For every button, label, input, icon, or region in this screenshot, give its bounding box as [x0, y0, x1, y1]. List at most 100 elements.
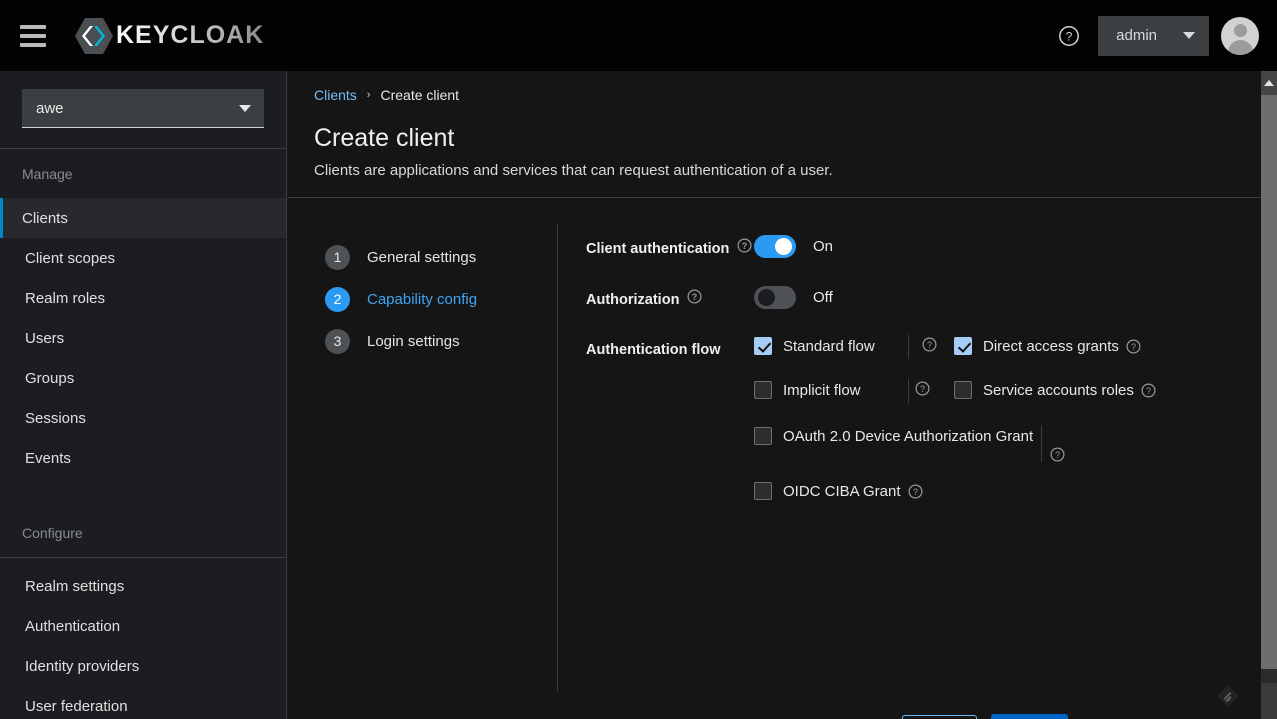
chevron-down-icon — [1183, 32, 1195, 39]
checkbox-input[interactable] — [754, 381, 772, 400]
checkbox-direct-access-grants[interactable]: Direct access grants ? — [954, 335, 1141, 359]
hamburger-menu-icon[interactable] — [20, 24, 46, 47]
wizard-footer: Back Next Cancel — [288, 714, 1261, 719]
sidebar-item-groups[interactable]: Groups — [0, 358, 286, 398]
sidebar-item-sessions[interactable]: Sessions — [0, 398, 286, 438]
field-label-wrapper: Authorization ? — [586, 284, 754, 311]
svg-text:?: ? — [692, 292, 698, 302]
capability-config-form: Client authentication ? On Authorization… — [557, 224, 1261, 692]
help-circle-icon[interactable]: ? — [908, 484, 923, 504]
realm-selector-wrapper: awe — [0, 71, 286, 128]
sidebar-item-identity-providers[interactable]: Identity providers — [0, 646, 286, 686]
next-button[interactable]: Next — [991, 714, 1069, 719]
svg-text:?: ? — [913, 487, 918, 497]
sidebar-section-title-configure: Configure — [22, 525, 83, 541]
help-circle-icon[interactable]: ? — [1141, 383, 1156, 403]
scrollbar-thumb[interactable] — [1261, 95, 1277, 669]
avatar[interactable] — [1221, 16, 1259, 55]
field-label-wrapper: Authentication flow — [586, 335, 754, 522]
sidebar-item-label: Client scopes — [25, 249, 116, 267]
checkbox-service-accounts-roles[interactable]: Service accounts roles ? — [954, 379, 1156, 403]
sidebar-item-label: Groups — [25, 369, 75, 387]
sidebar-item-clients[interactable]: Clients — [0, 198, 286, 238]
resize-handle-icon[interactable] — [1215, 683, 1241, 709]
step-label: General settings — [367, 248, 477, 266]
checkbox-input[interactable] — [754, 427, 772, 446]
authentication-flow-checkbox-grid: Standard flow ? Direct access grants ? I… — [754, 335, 1261, 522]
checkbox-input[interactable] — [754, 482, 772, 501]
wizard-step-capability-config[interactable]: 2 Capability config — [325, 278, 557, 320]
field-label: Authentication flow — [586, 342, 721, 359]
checkbox-oauth2-device-authorization-grant[interactable]: OAuth 2.0 Device Authorization Grant — [754, 425, 1035, 449]
sidebar-divider — [0, 557, 286, 558]
help-circle-icon[interactable]: ? — [737, 238, 752, 260]
wizard-step-login-settings[interactable]: 3 Login settings — [325, 320, 557, 362]
wizard-step-general-settings[interactable]: 1 General settings — [325, 236, 557, 278]
sidebar-item-authentication[interactable]: Authentication — [0, 606, 286, 646]
user-menu-dropdown[interactable]: admin — [1098, 15, 1209, 56]
field-client-authentication: Client authentication ? On — [586, 233, 1261, 260]
help-circle-icon[interactable]: ? — [915, 379, 930, 396]
breadcrumb-current: Create client — [380, 87, 460, 103]
help-circle-icon[interactable]: ? — [687, 289, 702, 311]
realm-selector[interactable]: awe — [22, 89, 264, 128]
sidebar-item-realm-roles[interactable]: Realm roles — [0, 278, 286, 318]
authorization-state: Off — [813, 289, 833, 307]
help-circle-icon[interactable]: ? — [1126, 339, 1141, 359]
checkbox-input[interactable] — [954, 381, 972, 400]
page-title: Create client — [314, 124, 455, 152]
help-circle-icon[interactable]: ? — [1052, 19, 1086, 53]
realm-selector-value: awe — [36, 99, 64, 117]
checkbox-oidc-ciba-grant[interactable]: OIDC CIBA Grant ? — [754, 480, 923, 504]
hamburger-bar — [20, 42, 46, 47]
field-label: Client authentication — [586, 240, 730, 257]
field-control: On — [754, 233, 1261, 260]
back-button[interactable]: Back — [902, 715, 978, 719]
client-authentication-toggle[interactable] — [754, 235, 796, 258]
sidebar-item-events[interactable]: Events — [0, 438, 286, 478]
svg-text:?: ? — [1066, 29, 1073, 43]
svg-text:?: ? — [920, 384, 925, 394]
checkbox-label: Implicit flow — [783, 382, 861, 400]
checkbox-row: OAuth 2.0 Device Authorization Grant ? — [754, 425, 1261, 463]
checkbox-row: Implicit flow ? Service accounts roles ? — [754, 379, 1261, 404]
scroll-up-arrow-icon[interactable] — [1261, 71, 1277, 95]
sidebar-item-label: Realm settings — [25, 577, 125, 595]
help-circle-icon[interactable]: ? — [1050, 445, 1065, 462]
hamburger-bar — [20, 24, 46, 29]
sidebar-item-label: Identity providers — [25, 657, 140, 675]
step-number-badge: 2 — [325, 286, 350, 312]
hamburger-bar — [20, 33, 46, 38]
sidebar-item-user-federation[interactable]: User federation — [0, 686, 286, 719]
checkbox-standard-flow[interactable]: Standard flow — [754, 335, 902, 359]
sidebar-item-users[interactable]: Users — [0, 318, 286, 358]
sidebar-section-title-manage: Manage — [22, 166, 73, 182]
svg-text:?: ? — [742, 241, 748, 251]
brand-logo-link[interactable]: KEYCLOAK — [73, 16, 264, 56]
brand-text: KEYCLOAK — [116, 21, 265, 49]
field-label-wrapper: Client authentication ? — [586, 233, 754, 260]
sidebar-item-client-scopes[interactable]: Client scopes — [0, 238, 286, 278]
authorization-toggle[interactable] — [754, 286, 796, 310]
step-number-badge: 3 — [325, 328, 350, 354]
checkbox-divider — [908, 379, 909, 404]
sidebar-item-label: Events — [25, 449, 71, 467]
checkbox-implicit-flow[interactable]: Implicit flow — [754, 379, 902, 403]
sidebar-item-realm-settings[interactable]: Realm settings — [0, 566, 286, 606]
sidebar-item-label: Sessions — [25, 409, 86, 427]
help-circle-icon[interactable]: ? — [922, 335, 937, 352]
keycloak-admin-console: KEYCLOAK ? admin awe Manage Clients Clie… — [0, 0, 1277, 719]
breadcrumb-link-clients[interactable]: Clients — [314, 87, 357, 103]
checkbox-input[interactable] — [754, 337, 772, 356]
sidebar-item-label: User federation — [25, 697, 128, 715]
scrollbar-track-bottom[interactable] — [1261, 683, 1277, 719]
field-control: Off — [754, 284, 1261, 311]
sidebar-item-label: Authentication — [25, 617, 121, 635]
wizard-step-nav: 1 General settings 2 Capability config 3… — [288, 224, 557, 692]
vertical-scrollbar[interactable] — [1261, 71, 1277, 719]
sidebar: awe Manage Clients Client scopes Realm r… — [0, 71, 287, 719]
user-menu-label: admin — [1116, 27, 1157, 44]
checkbox-label: Standard flow — [783, 338, 875, 356]
checkbox-input[interactable] — [954, 337, 972, 356]
